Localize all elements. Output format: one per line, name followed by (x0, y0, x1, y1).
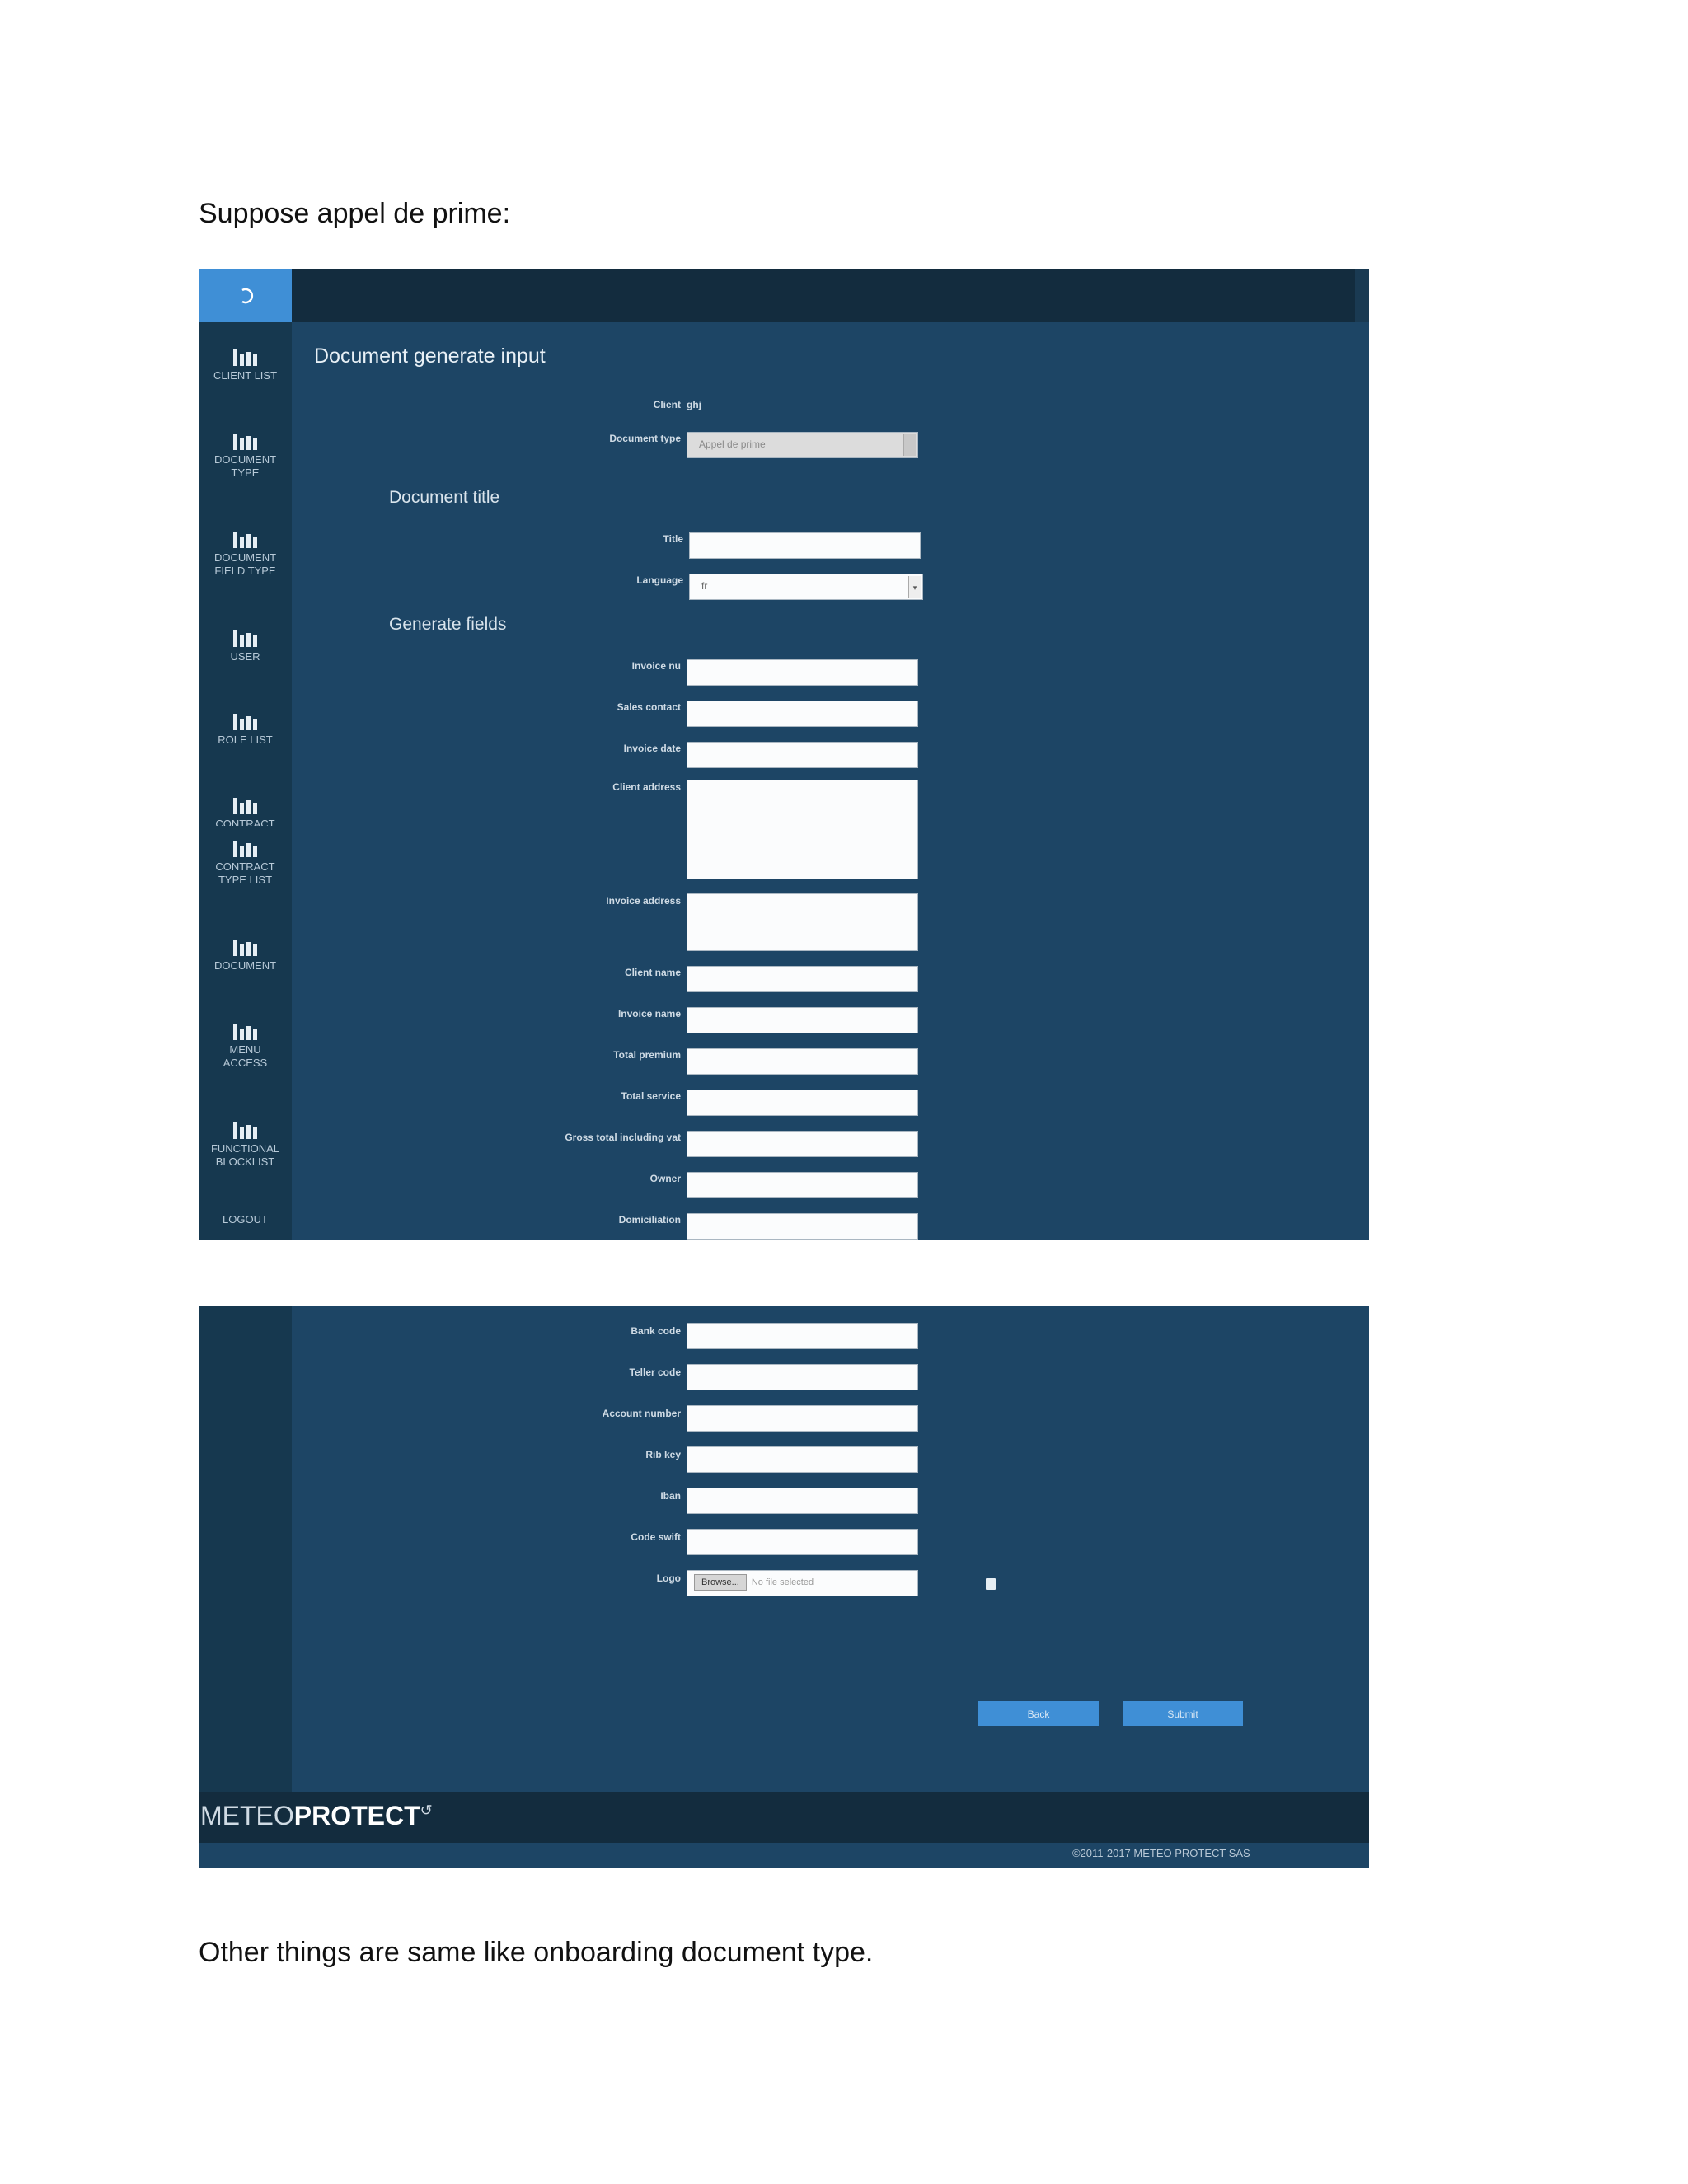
domiciliation-label: Domiciliation (618, 1214, 681, 1226)
sidebar-item-document-field-type[interactable]: DOCUMENT FIELD TYPE (199, 527, 292, 578)
code-swift-input[interactable] (687, 1529, 918, 1555)
sales-contact-label: Sales contact (617, 701, 681, 713)
top-bar (292, 269, 1355, 322)
browse-button[interactable]: Browse... (694, 1574, 747, 1591)
back-button[interactable]: Back (978, 1701, 1099, 1726)
document-type-select[interactable]: Appel de prime (687, 432, 918, 458)
bank-code-input[interactable] (687, 1323, 918, 1349)
invoice-address-textarea[interactable] (687, 893, 918, 951)
invoice-address-label: Invoice address (606, 895, 681, 907)
app-screenshot-bottom: Bank code Teller code Account number Rib… (199, 1306, 1369, 1868)
title-label: Title (663, 533, 683, 545)
iban-input[interactable] (687, 1488, 918, 1514)
client-name-label: Client name (624, 967, 681, 978)
client-address-label: Client address (612, 781, 681, 793)
title-input[interactable] (689, 532, 921, 559)
total-premium-input[interactable] (687, 1048, 918, 1075)
save-icon[interactable] (986, 1578, 996, 1590)
total-service-label: Total service (621, 1090, 681, 1102)
section-title-document-title: Document title (389, 488, 500, 507)
owner-label: Owner (649, 1173, 681, 1184)
bar-chart-icon (199, 935, 292, 956)
iban-label: Iban (660, 1490, 681, 1502)
refresh-icon (241, 288, 253, 303)
invoice-number-label: Invoice nu (631, 660, 681, 672)
section-title-generate-fields: Generate fields (389, 615, 507, 634)
sidebar-item-label: DOCUMENT FIELD TYPE (213, 551, 277, 577)
sidebar-item-label: FUNCTIONAL BLOCKLIST (210, 1142, 280, 1168)
teller-code-input[interactable] (687, 1364, 918, 1390)
meteoprotect-logo: METEOPROTECT↺ (200, 1801, 433, 1830)
account-number-label: Account number (602, 1408, 681, 1419)
rib-key-input[interactable] (687, 1446, 918, 1473)
client-label: Client (653, 399, 681, 410)
language-label: Language (636, 574, 683, 586)
sidebar-item-label: CONTRACT (215, 818, 275, 826)
chevron-down-icon: ▾ (908, 576, 921, 598)
total-service-input[interactable] (687, 1090, 918, 1116)
page-title: Document generate input (314, 344, 546, 368)
invoice-number-input[interactable] (687, 659, 918, 686)
intro-text: Suppose appel de prime: (199, 198, 511, 229)
rib-key-label: Rib key (645, 1449, 681, 1460)
code-swift-label: Code swift (631, 1531, 681, 1543)
teller-code-label: Teller code (629, 1366, 681, 1378)
client-value: ghj (687, 399, 701, 410)
account-number-input[interactable] (687, 1405, 918, 1432)
logo-label: Logo (656, 1572, 681, 1584)
file-status: No file selected (751, 1577, 814, 1587)
sidebar-item-contract-type-list[interactable]: CONTRACT TYPE LIST (199, 836, 292, 887)
top-bar-edge (1355, 269, 1369, 322)
sidebar (199, 269, 292, 1240)
bank-code-label: Bank code (631, 1325, 681, 1337)
sidebar-item-client-list[interactable]: CLIENT LIST (199, 344, 292, 382)
bar-chart-icon (199, 1118, 292, 1139)
gross-total-label: Gross total including vat (565, 1132, 681, 1143)
document-type-label: Document type (609, 433, 681, 444)
invoice-date-input[interactable] (687, 742, 918, 768)
sidebar-item-user[interactable]: USER (199, 626, 292, 663)
sidebar-item-role-list[interactable]: ROLE LIST (199, 709, 292, 747)
menu-toggle[interactable] (199, 269, 292, 322)
client-name-input[interactable] (687, 966, 918, 992)
bar-chart-icon (199, 1019, 292, 1040)
domiciliation-input[interactable] (687, 1213, 918, 1240)
copyright-text: ©2011-2017 METEO PROTECT SAS (1072, 1847, 1250, 1859)
outro-text: Other things are same like onboarding do… (199, 1937, 874, 1968)
bar-chart-icon (199, 709, 292, 730)
sidebar-item-document[interactable]: DOCUMENT (199, 935, 292, 972)
bar-chart-icon (199, 793, 292, 814)
language-select[interactable]: fr ▾ (689, 574, 923, 600)
bar-chart-icon (199, 429, 292, 450)
client-address-textarea[interactable] (687, 780, 918, 879)
bar-chart-icon (199, 626, 292, 647)
sidebar-item-label: DOCUMENT TYPE (213, 453, 277, 479)
submit-button[interactable]: Submit (1123, 1701, 1243, 1726)
sales-contact-input[interactable] (687, 701, 918, 727)
bar-chart-icon (199, 344, 292, 366)
bar-chart-icon (199, 836, 292, 857)
owner-input[interactable] (687, 1172, 918, 1198)
sidebar (199, 1306, 292, 1792)
sidebar-item-menu-access[interactable]: MENU ACCESS (199, 1019, 292, 1070)
logout-link[interactable]: LOGOUT (199, 1210, 292, 1226)
gross-total-input[interactable] (687, 1131, 918, 1157)
sidebar-item-contract[interactable]: CONTRACT (199, 793, 292, 826)
sidebar-item-label: MENU ACCESS (223, 1043, 268, 1069)
invoice-name-label: Invoice name (617, 1008, 681, 1019)
invoice-name-input[interactable] (687, 1007, 918, 1033)
sidebar-item-label: CLIENT LIST (213, 369, 278, 382)
sidebar-item-label: CONTRACT TYPE LIST (215, 860, 275, 886)
sidebar-item-label: DOCUMENT (213, 959, 277, 972)
bar-chart-icon (199, 527, 292, 548)
invoice-date-label: Invoice date (623, 743, 681, 754)
sidebar-item-label: ROLE LIST (218, 733, 273, 746)
chevron-down-icon (903, 434, 916, 456)
sidebar-item-document-type[interactable]: DOCUMENT TYPE (199, 429, 292, 480)
sidebar-item-functional-blocklist[interactable]: FUNCTIONAL BLOCKLIST (199, 1118, 292, 1169)
total-premium-label: Total premium (613, 1049, 681, 1061)
sidebar-item-label: USER (230, 650, 260, 663)
app-screenshot-top: CLIENT LIST DOCUMENT TYPE DOCUMENT FIELD… (199, 269, 1369, 1240)
logo-file-input[interactable]: Browse... No file selected (687, 1570, 918, 1596)
